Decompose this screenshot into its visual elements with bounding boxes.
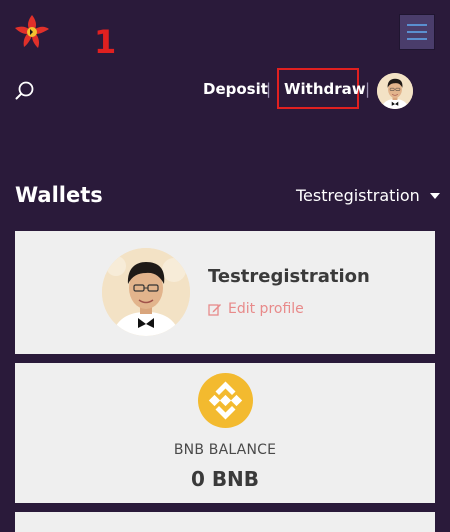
bnb-balance-card: BNB BALANCE 0 BNB [15, 363, 435, 503]
balance-label: BNB BALANCE [173, 442, 277, 458]
account-dropdown-label: Testregistration [296, 186, 420, 205]
profile-name: Testregistration [208, 266, 370, 287]
step-number-annotation: 1 [94, 23, 117, 61]
nav-separator: | [266, 80, 272, 98]
edit-icon [208, 304, 221, 316]
deposit-link[interactable]: Deposit [203, 78, 268, 100]
edit-profile-link[interactable]: Edit profile [208, 299, 304, 319]
star-logo-icon[interactable] [14, 14, 50, 50]
profile-avatar [102, 248, 190, 336]
bnb-coin-icon [198, 373, 253, 428]
balance-value: 0 BNB [190, 467, 260, 491]
account-dropdown[interactable]: Testregistration [296, 185, 440, 207]
user-avatar[interactable] [377, 73, 413, 109]
hamburger-menu-icon[interactable] [399, 14, 435, 50]
wallets-title: Wallets [15, 183, 103, 207]
next-card [15, 512, 435, 532]
nav-separator: | [365, 80, 371, 98]
withdraw-link[interactable]: Withdraw [284, 78, 366, 100]
profile-card: Testregistration Edit profile [15, 231, 435, 354]
edit-profile-label: Edit profile [228, 301, 304, 317]
caret-down-icon [429, 193, 440, 199]
